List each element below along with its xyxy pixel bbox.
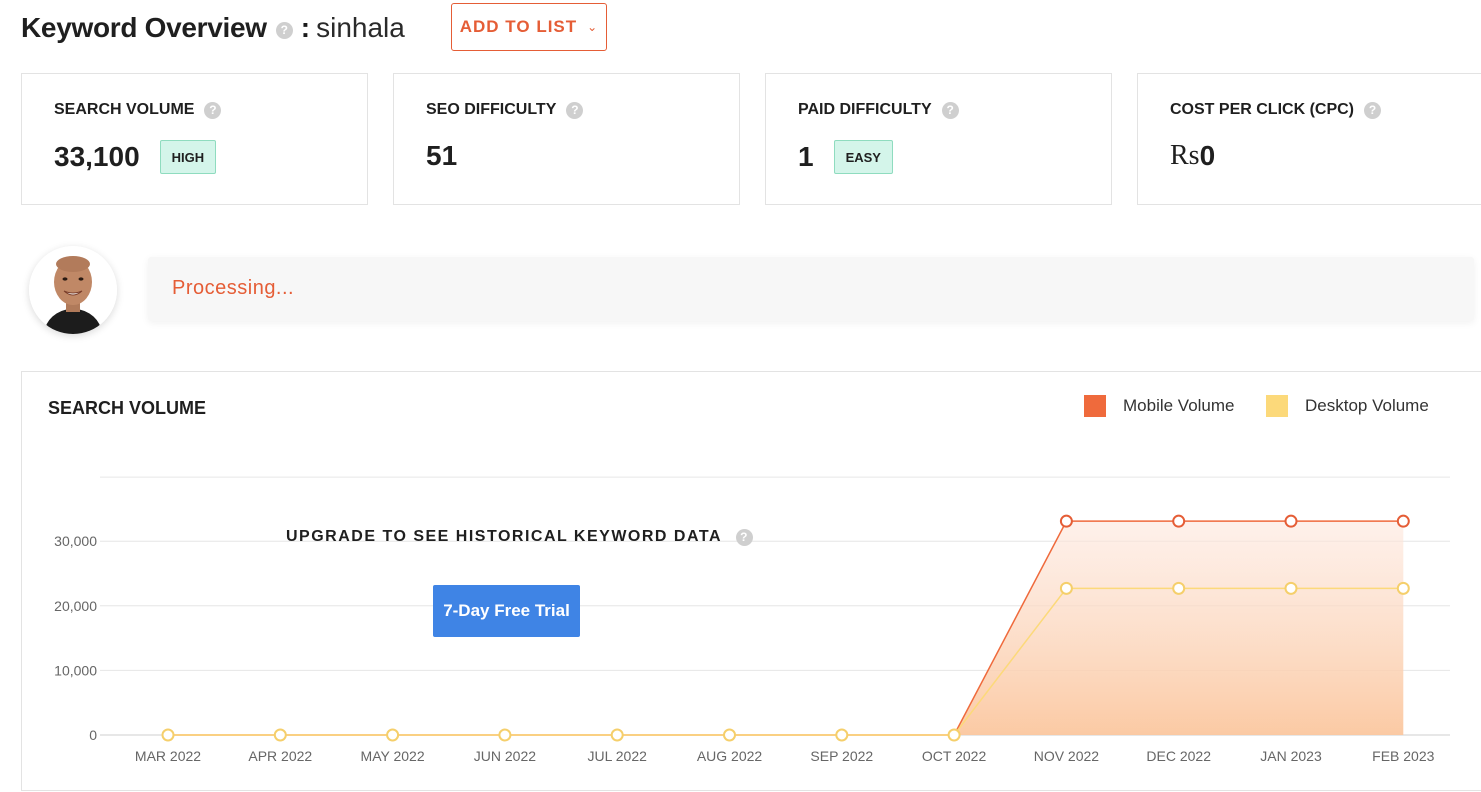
y-tick-label: 20,000 [54, 598, 97, 614]
x-tick-label: NOV 2022 [1034, 748, 1100, 764]
metric-label: SEARCH VOLUME [54, 101, 195, 118]
avatar-portrait [29, 246, 117, 334]
metric-label: COST PER CLICK (CPC) [1170, 101, 1354, 118]
search-volume-chart-card: SEARCH VOLUME Mobile Volume Desktop Volu… [21, 371, 1481, 791]
upgrade-notice: UPGRADE TO SEE HISTORICAL KEYWORD DATA ? [286, 528, 753, 546]
question-icon[interactable]: ? [275, 21, 293, 39]
desktop-point [1396, 581, 1410, 595]
metric-value: 33,100 [54, 141, 140, 172]
desktop-point [161, 728, 175, 742]
page-header: Keyword Overview ? : sinhala [21, 0, 405, 56]
page-title: Keyword Overview [21, 12, 267, 43]
title-separator: : [300, 12, 311, 43]
search-volume-chart: 0 10,000 20,000 30,000 MAR 2022 APR 2022 MAY 2… [54, 476, 1450, 764]
free-trial-button[interactable]: 7-Day Free Trial [433, 585, 580, 637]
metric-label: SEO DIFFICULTY [426, 101, 557, 118]
desktop-point [610, 728, 624, 742]
add-to-list-button[interactable]: ADD TO LIST ⌄ [451, 3, 607, 51]
upgrade-text: UPGRADE TO SEE HISTORICAL KEYWORD DATA [286, 528, 722, 545]
y-tick-label: 0 [89, 727, 97, 743]
status-badge: HIGH [159, 140, 217, 174]
x-tick-label: JAN 2023 [1260, 748, 1322, 764]
metric-value: 0 [1199, 140, 1216, 171]
currency-symbol: Rs [1170, 140, 1200, 171]
desktop-point [1284, 581, 1298, 595]
x-tick-label: FEB 2023 [1372, 748, 1434, 764]
metric-value: 51 [426, 140, 458, 171]
desktop-point [1172, 581, 1186, 595]
desktop-point [835, 728, 849, 742]
metric-card-seo-difficulty: SEO DIFFICULTY ? 51 [393, 73, 740, 205]
x-tick-label: APR 2022 [248, 748, 312, 764]
question-icon[interactable]: ? [204, 101, 222, 119]
question-icon[interactable]: ? [1364, 101, 1381, 119]
x-tick-label: SEP 2022 [810, 748, 873, 764]
desktop-point [498, 728, 512, 742]
add-to-list-label: ADD TO LIST [459, 17, 578, 36]
x-tick-label: MAR 2022 [135, 748, 201, 764]
question-icon[interactable]: ? [736, 528, 753, 546]
x-tick-label: OCT 2022 [922, 748, 987, 764]
mobile-point [1172, 514, 1186, 528]
x-tick-label: MAY 2022 [361, 748, 425, 764]
x-tick-label: JUL 2022 [587, 748, 647, 764]
y-tick-label: 10,000 [54, 662, 97, 678]
avatar [29, 246, 117, 334]
metric-card-cpc: COST PER CLICK (CPC) ? Rs 0 [1137, 73, 1481, 205]
question-icon[interactable]: ? [941, 101, 959, 119]
desktop-point [947, 728, 961, 742]
metric-label: PAID DIFFICULTY [798, 101, 932, 118]
mobile-point [1059, 514, 1073, 528]
desktop-point [386, 728, 400, 742]
mobile-area [168, 521, 1404, 735]
processing-panel: Processing... [148, 257, 1474, 321]
desktop-point [723, 728, 736, 742]
desktop-point [1059, 581, 1073, 595]
mobile-point [1396, 514, 1410, 528]
y-tick-label: 30,000 [54, 533, 97, 549]
desktop-point [273, 728, 287, 742]
mobile-point [1284, 514, 1298, 528]
keyword-text: sinhala [316, 12, 405, 43]
metric-value: 1 [798, 141, 814, 172]
metric-card-paid-difficulty: PAID DIFFICULTY ? 1 EASY [765, 73, 1112, 205]
question-icon[interactable]: ? [566, 101, 584, 119]
x-tick-label: DEC 2022 [1146, 748, 1211, 764]
metric-card-search-volume: SEARCH VOLUME ? 33,100 HIGH [21, 73, 368, 205]
status-badge: EASY [833, 140, 893, 174]
chevron-down-icon: ⌄ [587, 20, 599, 34]
processing-status: Processing... [172, 277, 295, 299]
x-tick-label: JUN 2022 [474, 748, 536, 764]
x-tick-label: AUG 2022 [697, 748, 763, 764]
